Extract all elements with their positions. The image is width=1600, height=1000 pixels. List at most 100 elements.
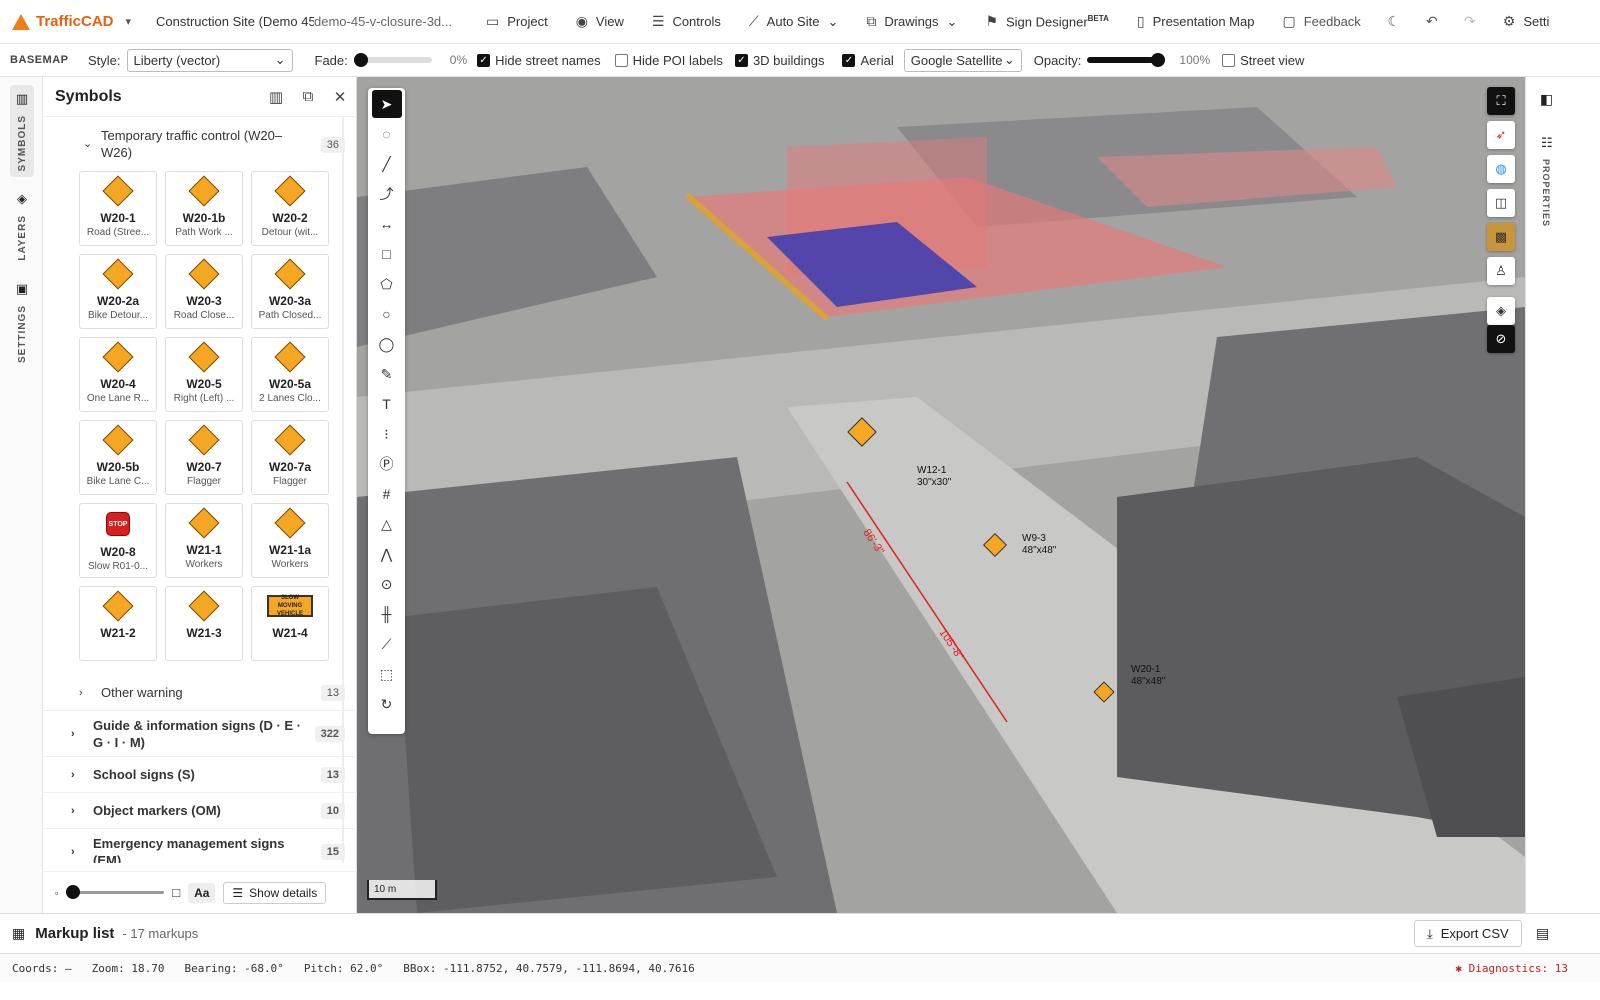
menu-feedback[interactable]: ▢ Feedback <box>1268 13 1374 30</box>
sign-card[interactable]: W21-2 <box>79 586 157 661</box>
sign-card[interactable]: W21-3 <box>165 586 243 661</box>
circle-tool[interactable]: ○ <box>372 300 402 328</box>
sign-card[interactable]: W20-5a 2 Lanes Clo... <box>251 337 329 412</box>
hide-poi-checkbox[interactable]: Hide POI labels <box>614 53 723 68</box>
street-view-checkbox[interactable]: Street view <box>1222 53 1304 68</box>
compass-button[interactable]: ➶ <box>1487 121 1515 149</box>
expand-markup-button[interactable]: ▤ <box>1536 925 1549 942</box>
markup-list-bar[interactable]: ▦ Markup list - 17 markups ⤓ Export CSV ▤ <box>0 913 1600 953</box>
line-tool[interactable]: ╱ <box>372 150 402 178</box>
panel-header: Symbols ▥ ⧉ ✕ <box>43 77 356 117</box>
popout-button[interactable]: ⧉ <box>292 88 324 105</box>
fullscreen-button[interactable]: ⛶ <box>1487 87 1515 115</box>
rectangle-tool[interactable]: □ <box>372 240 402 268</box>
layers-button[interactable]: ◈ <box>1487 297 1515 325</box>
measure-tool[interactable]: ⟋ <box>372 630 402 658</box>
category-row[interactable]: › Other warning 13 <box>43 675 357 711</box>
tab-symbols[interactable]: ▥ SYMBOLS <box>10 85 34 178</box>
sign-card[interactable]: W20-3a Path Closed... <box>251 254 329 329</box>
menu-sign-designer[interactable]: ⚑ Sign DesignerBETA <box>971 13 1122 30</box>
point-tool[interactable]: ⊙ <box>372 570 402 598</box>
category-row[interactable]: › Object markers (OM) 10 <box>43 793 357 829</box>
text-tool[interactable]: T <box>372 390 402 418</box>
aerial-toggle-button[interactable]: ▩ <box>1487 223 1515 251</box>
freeform-tool[interactable]: ◯ <box>372 330 402 358</box>
aerial-checkbox[interactable]: ✓ Aerial <box>842 53 894 68</box>
category-row[interactable]: › School signs (S) 13 <box>43 757 357 793</box>
fade-slider[interactable] <box>353 53 432 67</box>
tab-settings[interactable]: ▣ SETTINGS <box>10 275 34 369</box>
crosswalk-tool[interactable]: # <box>372 480 402 508</box>
buildings-3d-checkbox[interactable]: ✓ 3D buildings <box>734 53 824 68</box>
sign-card[interactable]: SLOW MOVING VEHICLE W21-4 <box>251 586 329 661</box>
style-select[interactable]: Liberty (vector) ⌄ <box>126 48 293 72</box>
show-details-button[interactable]: ☰ Show details <box>223 881 327 904</box>
sign-card[interactable]: W20-2a Bike Detour... <box>79 254 157 329</box>
curve-tool[interactable]: ⤴ <box>372 180 402 208</box>
properties-icon[interactable]: ☷ <box>1541 135 1553 151</box>
lane-tool[interactable]: ⁝ <box>372 420 402 448</box>
sign-card[interactable]: W20-1b Path Work ... <box>165 171 243 246</box>
polygon-tool[interactable]: ⬠ <box>372 270 402 298</box>
project-title[interactable]: Construction Site (Demo 45 <box>146 14 314 29</box>
opacity-knob[interactable] <box>1151 53 1166 67</box>
tab-layers[interactable]: ◈ LAYERS <box>10 185 34 267</box>
sign-card[interactable]: W20-5 Right (Left) ... <box>165 337 243 412</box>
sign-card[interactable]: STOP W20-8 Slow R01-0... <box>79 503 157 578</box>
sign-card[interactable]: W20-5b Bike Lane C... <box>79 420 157 495</box>
road-tool[interactable]: ⋀ <box>372 540 402 568</box>
sign-card[interactable]: W21-1 Workers <box>165 503 243 578</box>
sign-card[interactable]: W20-7a Flagger <box>251 420 329 495</box>
icon-size-slider[interactable] <box>66 885 165 899</box>
export-csv-button[interactable]: ⤓ Export CSV <box>1414 920 1522 947</box>
brand-menu[interactable]: TrafficCAD ▾ <box>0 13 146 30</box>
font-toggle-button[interactable]: Aa <box>188 882 216 903</box>
opacity-slider[interactable] <box>1087 53 1166 67</box>
close-panel-button[interactable]: ✕ <box>324 88 356 106</box>
theme-toggle[interactable]: ☾ <box>1375 13 1413 30</box>
collapse-panel-button[interactable]: ◧ <box>1540 91 1553 108</box>
fade-knob[interactable] <box>353 53 368 67</box>
pencil-tool[interactable]: ✎ <box>372 360 402 388</box>
area-select-tool[interactable]: ⬚ <box>372 660 402 688</box>
diagnostics-button[interactable]: ✱ Diagnostics: 13 <box>1455 962 1568 975</box>
menu-drawings[interactable]: ⧉ Drawings ⌄ <box>852 13 971 30</box>
category-row[interactable]: › Guide & information signs (D · E · G · … <box>43 711 357 757</box>
markup-count: - 17 markups <box>122 926 199 941</box>
sign-card[interactable]: W21-1a Workers <box>251 503 329 578</box>
sign-card[interactable]: W20-1 Road (Stree... <box>79 171 157 246</box>
select-tool[interactable]: ➤ <box>371 90 402 118</box>
undo-button[interactable]: ↶ <box>1413 13 1451 30</box>
barrier-tool[interactable]: ╫ <box>372 600 402 628</box>
sign-card[interactable]: W20-4 One Lane R... <box>79 337 157 412</box>
redo-button[interactable]: ↷ <box>1451 13 1489 30</box>
parking-tool[interactable]: Ⓟ <box>372 450 402 478</box>
menu-view[interactable]: ◉ View <box>562 13 638 30</box>
taper-tool[interactable]: △ <box>372 510 402 538</box>
dimension-tool[interactable]: ↔ <box>372 210 402 238</box>
size-knob[interactable] <box>66 885 81 899</box>
lasso-tool[interactable]: ◌ <box>372 120 402 148</box>
hide-street-names-checkbox[interactable]: ✓ Hide street names <box>477 53 601 68</box>
menu-project[interactable]: ▭ Project <box>472 13 562 30</box>
menu-presentation-map[interactable]: ▯ Presentation Map <box>1123 13 1269 30</box>
scrollbar[interactable] <box>342 117 344 863</box>
dock-button[interactable]: ▥ <box>260 88 292 106</box>
menu-auto-site[interactable]: ⟋ Auto Site ⌄ <box>735 13 852 30</box>
sign-card[interactable]: W20-3 Road Close... <box>165 254 243 329</box>
category-row[interactable]: › Emergency management signs (EM) 15 <box>43 829 357 863</box>
category-temporary-traffic-control[interactable]: ⌄ Temporary traffic control (W20–W26) 36 <box>43 117 357 161</box>
sign-card[interactable]: W20-7 Flagger <box>165 420 243 495</box>
rotate-tool[interactable]: ↻ <box>372 690 402 718</box>
menu-settings[interactable]: ⚙ Setti <box>1489 13 1550 30</box>
sign-card[interactable]: W20-2 Detour (wit... <box>251 171 329 246</box>
symbols-list[interactable]: ⌄ Temporary traffic control (W20–W26) 36… <box>43 117 357 863</box>
menu-controls[interactable]: ☰ Controls <box>638 13 735 30</box>
pedestrian-button[interactable]: ♙ <box>1487 257 1515 285</box>
imagery-select[interactable]: Google Satellite ⌄ <box>903 48 1022 72</box>
map-canvas[interactable]: 86'-3" 105'-8" W12-1 30"x30" W9-3 48"x48… <box>357 77 1525 913</box>
split-view-button[interactable]: ◫ <box>1487 189 1515 217</box>
globe-button[interactable]: ◍ <box>1487 155 1515 183</box>
hide-markups-button[interactable]: ⊘ <box>1487 325 1515 353</box>
tab-properties[interactable]: PROPERTIES <box>1541 159 1551 227</box>
